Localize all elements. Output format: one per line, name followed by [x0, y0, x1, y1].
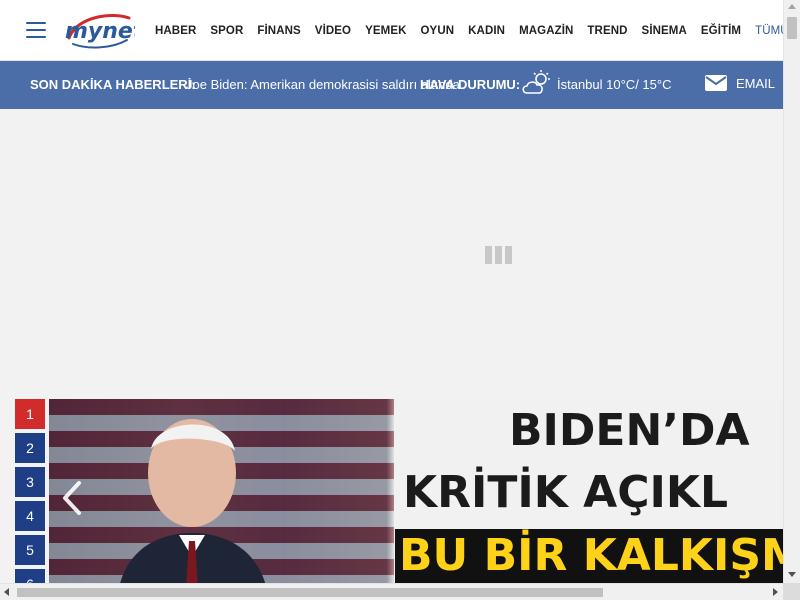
slider-page-4[interactable]: 4 [15, 501, 45, 531]
headline-line-2: KRİTİK AÇIKL [403, 467, 728, 518]
weather-text[interactable]: İstanbul 10°C/ 15°C [557, 77, 671, 92]
news-photo [120, 419, 265, 583]
nav-all-label: TÜMÜ [755, 24, 783, 37]
slider-page-1[interactable]: 1 [15, 399, 45, 429]
slider-page-6[interactable]: 6 [15, 569, 45, 583]
breaking-news-label: SON DAKİKA HABERLERİ: [30, 77, 196, 92]
nav-yemek[interactable]: YEMEK [365, 25, 406, 37]
headline-line-1: BIDEN’DA [509, 405, 750, 456]
scroll-left-icon[interactable] [4, 588, 9, 596]
scroll-right-icon[interactable] [773, 588, 778, 596]
loading-icon [485, 246, 515, 264]
headline-line-3: BU BİR KALKIŞM [395, 529, 783, 583]
weather-label: HAVA DURUMU: [420, 77, 521, 92]
info-bar: SON DAKİKA HABERLERİ: Joe Biden: Amerika… [0, 61, 783, 109]
email-label: EMAIL [736, 75, 776, 91]
browser-viewport: mynet HABER SPOR FİNANS VİDEO YEMEK OYUN… [0, 0, 783, 583]
headline-slide[interactable]: BIDEN’DA KRİTİK AÇIKL BU BİR KALKIŞM [49, 399, 783, 583]
nav-egitim[interactable]: EĞİTİM [701, 25, 741, 37]
chevron-left-icon[interactable] [60, 480, 84, 516]
site-header: mynet HABER SPOR FİNANS VİDEO YEMEK OYUN… [0, 0, 783, 61]
nav-spor[interactable]: SPOR [210, 25, 243, 37]
vertical-scrollbar[interactable] [783, 0, 800, 583]
scroll-down-icon[interactable] [788, 572, 796, 577]
nav-oyun[interactable]: OYUN [421, 25, 455, 37]
hamburger-menu-icon[interactable] [26, 22, 46, 40]
slider-page-3[interactable]: 3 [15, 467, 45, 497]
scroll-up-icon[interactable] [788, 4, 796, 9]
nav-finans[interactable]: FİNANS [257, 25, 300, 37]
nav-magazin[interactable]: MAGAZİN [519, 25, 573, 37]
nav-sinema[interactable]: SİNEMA [642, 25, 687, 37]
ad-placeholder [0, 109, 783, 399]
horizontal-scroll-thumb[interactable] [17, 588, 603, 597]
nav-kadin[interactable]: KADIN [468, 25, 505, 37]
nav-trend[interactable]: TREND [587, 25, 627, 37]
email-link[interactable]: EMAIL [705, 75, 775, 91]
slider-page-2[interactable]: 2 [15, 433, 45, 463]
mynet-logo[interactable]: mynet [63, 10, 145, 50]
nav-all-dropdown[interactable]: TÜMÜ [755, 25, 783, 37]
scrollbar-corner [783, 583, 800, 600]
slide-headline: BIDEN’DA KRİTİK AÇIKL BU BİR KALKIŞM [395, 399, 783, 583]
horizontal-scrollbar[interactable] [0, 583, 783, 600]
slider-page-5[interactable]: 5 [15, 535, 45, 565]
slider-pager: 1 2 3 4 5 6 [15, 399, 45, 583]
nav-haber[interactable]: HABER [155, 25, 196, 37]
vertical-scroll-thumb[interactable] [787, 17, 797, 39]
envelope-icon [705, 75, 727, 91]
nav-video[interactable]: VİDEO [315, 25, 351, 37]
main-nav: HABER SPOR FİNANS VİDEO YEMEK OYUN KADIN… [148, 0, 783, 61]
partly-cloudy-icon [522, 70, 550, 94]
